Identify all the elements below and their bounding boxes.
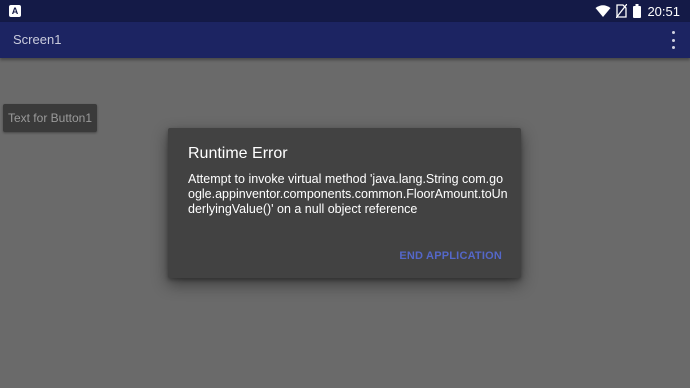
overflow-menu-icon[interactable] bbox=[670, 31, 676, 49]
menu-dot bbox=[671, 31, 675, 34]
menu-dot bbox=[671, 46, 675, 49]
app-notification-icon: A bbox=[9, 5, 21, 17]
app-bar: Screen1 bbox=[0, 22, 690, 58]
app-title: Screen1 bbox=[13, 32, 62, 47]
runtime-error-dialog: Runtime Error Attempt to invoke virtual … bbox=[168, 128, 521, 278]
status-bar: A 20:51 bbox=[0, 0, 690, 22]
button1[interactable]: Text for Button1 bbox=[3, 104, 97, 132]
status-time: 20:51 bbox=[647, 3, 680, 19]
dialog-message: Attempt to invoke virtual method 'java.l… bbox=[188, 172, 508, 216]
no-sim-icon bbox=[616, 4, 628, 18]
menu-dot bbox=[671, 38, 675, 42]
end-application-button[interactable]: END APPLICATION bbox=[399, 250, 502, 262]
battery-icon bbox=[633, 4, 642, 18]
dialog-title: Runtime Error bbox=[188, 145, 288, 162]
wifi-icon bbox=[595, 4, 611, 18]
app-screen: A 20:51 Screen1 Text for Button1 Runtime… bbox=[0, 0, 690, 388]
status-icons: 20:51 bbox=[595, 0, 680, 22]
